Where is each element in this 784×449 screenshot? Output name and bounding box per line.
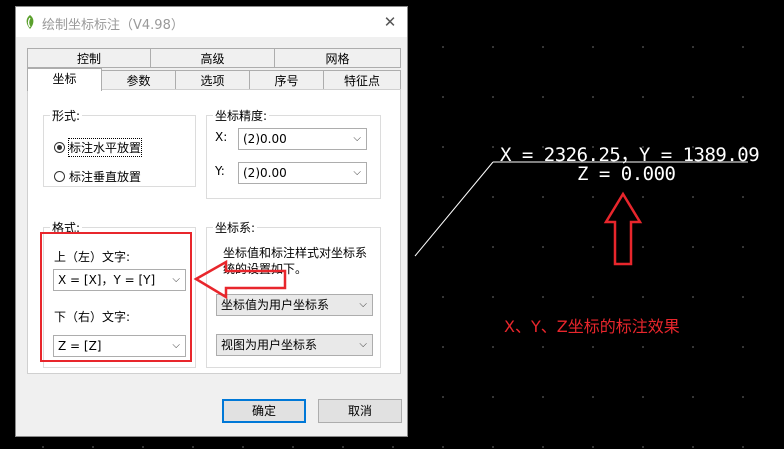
radio-vertical-label: 标注垂直放置 [69,170,142,184]
app-logo-icon [26,15,34,29]
value-system-select[interactable]: 坐标值为用户坐标系 ⌵ [216,294,373,316]
title-bar[interactable]: 绘制坐标标注（V4.98） ✕ [16,7,407,37]
view-system-value: 视图为用户坐标系 [221,338,318,352]
chevron-down-icon: ⌵ [353,167,361,178]
precision-group: 坐标精度: X: (2)0.00 ⌵ Y: (2)0.00 ⌵ [206,107,381,199]
view-system-select[interactable]: 视图为用户坐标系 ⌵ [216,334,373,356]
radio-unchecked-icon [54,171,65,182]
y-precision-value: (2)0.00 [243,166,287,180]
form-group-label: 形式: [50,107,83,124]
tab-coordinates[interactable]: 坐标 [27,68,102,91]
value-system-value: 坐标值为用户坐标系 [221,298,330,312]
coordinate-system-group: 坐标系: 坐标值和标注样式对坐标系统的设置如下。 坐标值为用户坐标系 ⌵ 视图为… [206,219,381,368]
tab-options[interactable]: 选项 [175,70,250,90]
chevron-down-icon: ⌵ [359,339,367,350]
form-group: 形式: 标注水平放置 标注垂直放置 [43,107,196,187]
annotation-z-text: Z = 0.000 [577,163,676,185]
ok-button[interactable]: 确定 [222,399,306,423]
chevron-down-icon: ⌵ [359,299,367,310]
chevron-down-icon: ⌵ [353,133,361,144]
tab-sequence[interactable]: 序号 [249,70,324,90]
coordinate-system-label: 坐标系: [213,219,258,236]
y-precision-select[interactable]: (2)0.00 ⌵ [238,162,367,184]
x-precision-label: X: [215,130,228,144]
radio-checked-icon [54,142,65,153]
cancel-button[interactable]: 取消 [318,399,402,423]
y-precision-label: Y: [215,164,225,178]
radio-horizontal[interactable]: 标注水平放置 [54,138,143,157]
coordinate-annotation-dialog: 绘制坐标标注（V4.98） ✕ 控制 高级 网格 坐标 参数 选项 序号 特征点… [15,6,408,437]
radio-horizontal-label: 标注水平放置 [67,138,143,157]
effect-caption: X、Y、Z坐标的标注效果 [504,317,680,336]
close-icon[interactable]: ✕ [373,7,407,37]
x-precision-select[interactable]: (2)0.00 ⌵ [238,128,367,150]
dialog-title: 绘制坐标标注（V4.98） [42,18,184,33]
radio-vertical[interactable]: 标注垂直放置 [54,168,141,185]
tab-grid[interactable]: 网格 [274,48,401,68]
precision-group-label: 坐标精度: [213,107,270,124]
coordinate-system-description: 坐标值和标注样式对坐标系统的设置如下。 [223,246,368,276]
x-precision-value: (2)0.00 [243,132,287,146]
format-highlight-box [40,232,192,362]
tab-advanced[interactable]: 高级 [150,48,275,68]
tab-control[interactable]: 控制 [27,48,151,68]
tab-parameters[interactable]: 参数 [101,70,176,90]
tab-feature-points[interactable]: 特征点 [323,70,401,90]
